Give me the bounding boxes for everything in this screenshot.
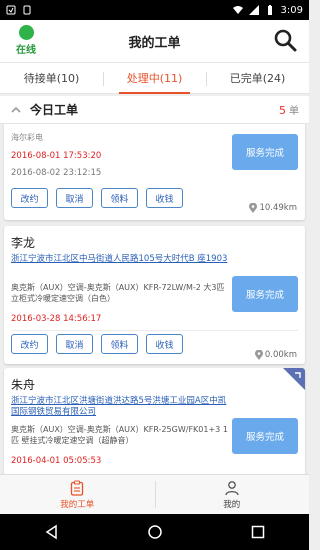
- nav-my-orders-label: 我的工单: [60, 499, 95, 510]
- cancel-button[interactable]: 取消: [56, 188, 93, 208]
- collect-payment-button[interactable]: 收钱: [146, 188, 183, 208]
- wifi-icon: [232, 6, 243, 14]
- system-nav-bar: [0, 514, 309, 550]
- order-card[interactable]: 朱舟 浙江宁波市江北区洪塘街道洪达路5号洪塘工业园A区中凯国际钢铁贸易有限公司 …: [4, 368, 305, 474]
- clipboard-icon: [71, 479, 84, 496]
- order-list: 海尔彩电 2016-08-01 17:53:20 2016-08-02 23:1…: [0, 124, 309, 474]
- customer-name: 朱舟: [11, 378, 36, 392]
- customer-name: 李龙: [11, 236, 36, 250]
- tab-processing[interactable]: 处理中(11): [103, 63, 206, 94]
- person-icon: [225, 480, 239, 495]
- page-title: 我的工单: [128, 35, 181, 51]
- distance-value: 0.00km: [264, 350, 297, 360]
- collect-payment-button[interactable]: 收钱: [146, 334, 183, 354]
- sim-icon: [23, 5, 31, 15]
- today-orders-count: 5单: [279, 102, 299, 117]
- signal-icon: [248, 5, 259, 15]
- nav-profile-label: 我的: [223, 499, 241, 510]
- materials-button[interactable]: 领料: [101, 188, 138, 208]
- customer-address[interactable]: 浙江宁波市江北区中马街道人民路105号大时代B 座1903: [11, 254, 233, 265]
- status-time: 3:09: [280, 4, 303, 16]
- service-complete-button[interactable]: 服务完成: [232, 134, 298, 170]
- online-status[interactable]: 在线: [12, 25, 40, 56]
- divider: [11, 330, 298, 331]
- service-complete-button[interactable]: 服务完成: [232, 418, 298, 454]
- home-icon[interactable]: [147, 524, 163, 540]
- nav-profile[interactable]: 我的: [154, 475, 310, 514]
- recents-icon[interactable]: [250, 524, 266, 540]
- card-actions: 改约 取消 领料 收钱: [11, 334, 183, 354]
- product-name: 奥克斯（AUX）空调-奥克斯（AUX）KFR-72LW/M-2 大3匹 立柜式冷…: [11, 283, 225, 303]
- status-bar: 3:09: [0, 0, 309, 20]
- distance-value: 10.49km: [259, 203, 297, 213]
- distance: 10.49km: [249, 203, 297, 213]
- corner-badge-icon: [283, 368, 305, 390]
- product-name: 奥克斯（AUX）空调-奥克斯（AUX）KFR-25GW/FK01+3 1匹 壁挂…: [11, 425, 228, 445]
- notification-icon: [6, 5, 16, 15]
- today-orders-header[interactable]: 今日工单 5单: [0, 96, 309, 124]
- order-card[interactable]: 李龙 浙江宁波市江北区中马街道人民路105号大时代B 座1903 奥克斯（AUX…: [4, 226, 305, 364]
- nav-my-orders[interactable]: 我的工单: [0, 475, 155, 514]
- online-status-label: 在线: [16, 45, 36, 56]
- card-actions: 改约 取消 领料 收钱: [11, 188, 183, 208]
- appointment-time: 2016-08-02 23:12:15: [11, 168, 102, 178]
- location-pin-icon: [254, 350, 263, 360]
- search-icon[interactable]: [273, 28, 297, 52]
- reschedule-button[interactable]: 改约: [11, 188, 48, 208]
- cancel-button[interactable]: 取消: [56, 334, 93, 354]
- order-tabs: 待接单(10) 处理中(11) 已完单(24): [0, 62, 309, 94]
- reschedule-button[interactable]: 改约: [11, 334, 48, 354]
- online-indicator: [18, 25, 34, 40]
- product-name: 海尔彩电: [11, 133, 43, 142]
- battery-icon: [267, 5, 272, 15]
- today-count-number: 5: [279, 104, 286, 117]
- customer-address[interactable]: 浙江宁波市江北区洪塘街道洪达路5号洪塘工业园A区中凯国际钢铁贸易有限公司: [11, 396, 233, 418]
- tab-pending[interactable]: 待接单(10): [0, 63, 103, 93]
- today-orders-label: 今日工单: [30, 103, 79, 117]
- service-complete-button[interactable]: 服务完成: [232, 276, 298, 312]
- order-card[interactable]: 海尔彩电 2016-08-01 17:53:20 2016-08-02 23:1…: [4, 124, 305, 220]
- order-time: 2016-03-28 14:56:17: [11, 314, 102, 324]
- location-pin-icon: [249, 203, 258, 213]
- order-time: 2016-04-01 05:05:53: [11, 456, 102, 466]
- order-time: 2016-08-01 17:53:20: [11, 151, 102, 161]
- tab-completed[interactable]: 已完单(24): [206, 63, 309, 93]
- distance: 0.00km: [254, 350, 297, 360]
- today-count-unit: 单: [289, 106, 299, 117]
- back-icon[interactable]: [44, 524, 60, 540]
- chevron-up-icon: [11, 106, 21, 113]
- app-header: 在线 我的工单: [0, 20, 309, 62]
- materials-button[interactable]: 领料: [101, 334, 138, 354]
- bottom-nav: 我的工单 我的: [0, 474, 309, 514]
